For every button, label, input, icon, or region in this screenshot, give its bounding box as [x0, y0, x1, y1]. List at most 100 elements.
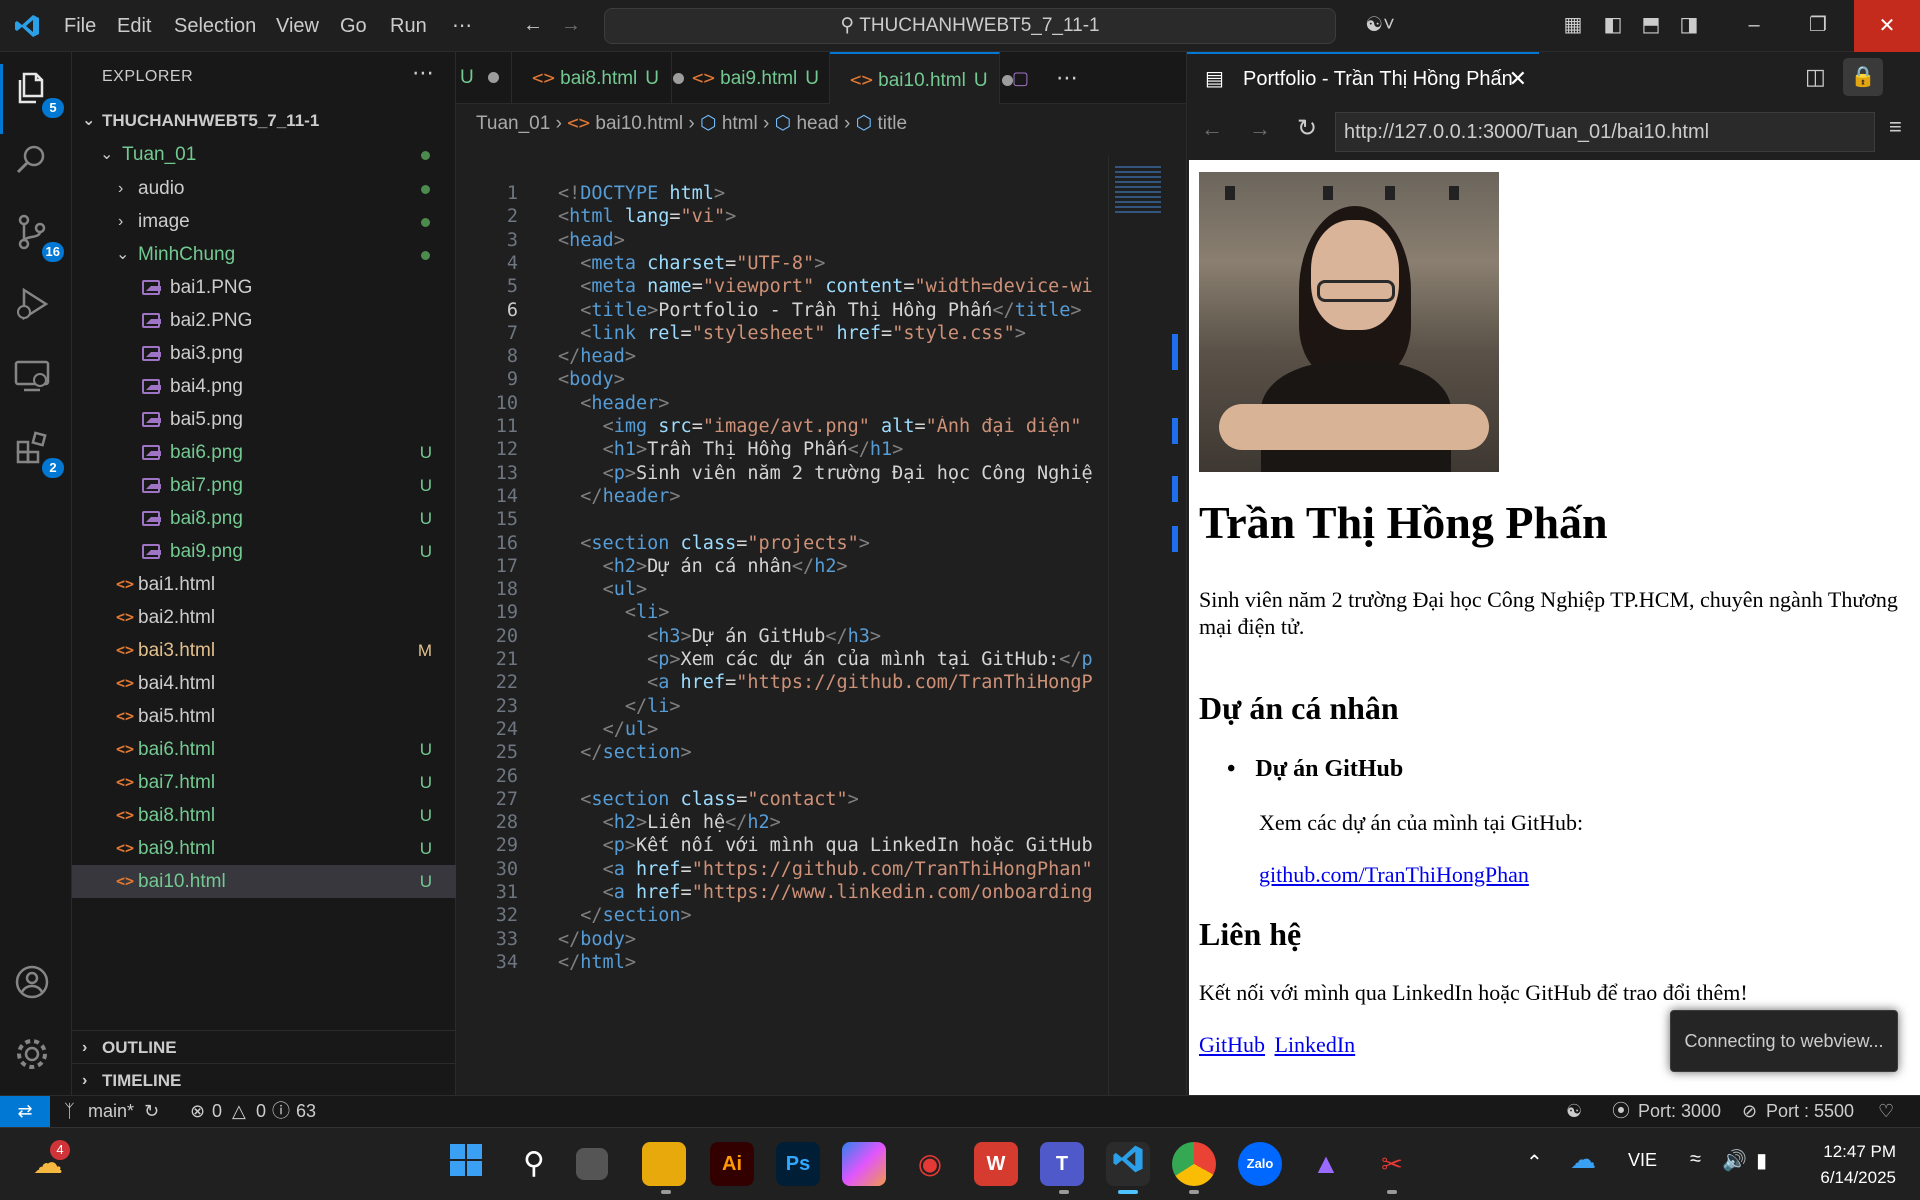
- tree-item-bai2-html[interactable]: <> bai2.html: [72, 601, 456, 634]
- chevron-up-icon[interactable]: ⌃: [1526, 1150, 1543, 1175]
- reload-icon[interactable]: ↻: [1297, 114, 1317, 143]
- tree-item-bai4-png[interactable]: bai4.png: [72, 370, 456, 403]
- battery-icon[interactable]: ▮: [1756, 1148, 1767, 1173]
- code-line[interactable]: <li>: [558, 602, 1108, 623]
- photoshop-icon[interactable]: Ps: [776, 1142, 820, 1186]
- error-count[interactable]: 0: [212, 1096, 222, 1126]
- back-arrow-icon[interactable]: ←: [520, 12, 546, 38]
- code-line[interactable]: <p>Kết nối với mình qua LinkedIn hoặc Gi…: [558, 835, 1108, 856]
- volume-icon[interactable]: 🔊: [1722, 1148, 1747, 1173]
- snipping-tool-icon[interactable]: ✂: [1370, 1142, 1414, 1186]
- menu-icon[interactable]: ≡: [1889, 114, 1902, 140]
- tab-bai10-active[interactable]: <> bai10.html U: [830, 52, 1013, 104]
- linkedin-link[interactable]: LinkedIn: [1275, 1032, 1356, 1057]
- code-line[interactable]: </head>: [558, 346, 1108, 367]
- code-line[interactable]: <a href="https://github.com/TranThiHongP…: [558, 859, 1108, 880]
- start-icon[interactable]: [444, 1142, 488, 1186]
- tree-item-minhchung[interactable]: ⌄ MinhChung: [72, 238, 456, 271]
- toggle-secondary-sidebar-icon[interactable]: ◨: [1676, 12, 1702, 38]
- code-line[interactable]: </section>: [558, 905, 1108, 926]
- code-line[interactable]: <p>Xem các dự án của mình tại GitHub:</p: [558, 649, 1108, 670]
- tree-item-bai4-html[interactable]: <> bai4.html: [72, 667, 456, 700]
- restore-button[interactable]: ❐: [1800, 12, 1836, 38]
- code-line[interactable]: </li>: [558, 696, 1108, 717]
- menu-file[interactable]: File: [64, 0, 96, 52]
- chrome-icon[interactable]: [1172, 1142, 1216, 1186]
- warning-count[interactable]: 0: [256, 1096, 266, 1126]
- account-icon[interactable]: [12, 962, 60, 1010]
- run-debug-icon[interactable]: [12, 284, 60, 332]
- minimize-button[interactable]: –: [1736, 12, 1772, 38]
- minimap[interactable]: [1108, 156, 1168, 1095]
- code-line[interactable]: <h2>Dự án cá nhân</h2>: [558, 556, 1108, 577]
- lock-icon[interactable]: 🔒: [1843, 58, 1883, 96]
- workspace-root[interactable]: ⌄ THUCHANHWEBT5_7_11-1: [72, 104, 456, 137]
- sync-icon[interactable]: ↻: [144, 1096, 159, 1126]
- code-line[interactable]: <img src="image/avt.png" alt="Ảnh đại di…: [558, 416, 1108, 437]
- tree-item-bai7-html[interactable]: <> bai7.html U: [72, 766, 456, 799]
- code-line[interactable]: <meta name="viewport" content="width=dev…: [558, 276, 1108, 297]
- menu-edit[interactable]: Edit: [117, 0, 151, 52]
- code-line[interactable]: <meta charset="UTF-8">: [558, 253, 1108, 274]
- outline-section[interactable]: › OUTLINE: [72, 1030, 456, 1063]
- vscode-taskbar-icon[interactable]: [1106, 1142, 1150, 1186]
- tree-item-bai3-html[interactable]: <> bai3.html M: [72, 634, 456, 667]
- editor-scrollbar[interactable]: [1168, 156, 1186, 1095]
- forward-arrow-icon[interactable]: →: [1249, 116, 1271, 142]
- breadcrumb-folder[interactable]: Tuan_01: [476, 113, 550, 134]
- preview-tab[interactable]: ▤ Portfolio - Trần Thị Hồng Phấn ✕: [1187, 52, 1539, 104]
- folder-tuan-01[interactable]: ⌄ Tuan_01: [72, 138, 456, 171]
- code-line[interactable]: </body>: [558, 929, 1108, 950]
- code-line[interactable]: <p>Sinh viên năm 2 trường Đại học Công N…: [558, 463, 1108, 484]
- onedrive-icon[interactable]: ☁: [1570, 1144, 1596, 1175]
- bell-icon[interactable]: ♡: [1878, 1096, 1894, 1126]
- command-center-search[interactable]: ⚲ THUCHANHWEBT5_7_11-1: [604, 8, 1336, 44]
- file-explorer-icon[interactable]: [642, 1142, 686, 1186]
- task-view-icon[interactable]: [576, 1148, 608, 1180]
- search-icon[interactable]: ⚲: [512, 1142, 556, 1186]
- menu-run[interactable]: Run: [390, 0, 427, 52]
- tree-item-audio[interactable]: › audio: [72, 172, 456, 205]
- remote-explorer-icon[interactable]: [12, 356, 60, 404]
- customize-layout-icon[interactable]: ▦: [1560, 12, 1586, 38]
- code-line[interactable]: </ul>: [558, 719, 1108, 740]
- wifi-icon[interactable]: ≈: [1690, 1148, 1701, 1171]
- breadcrumb-html[interactable]: html: [722, 113, 758, 134]
- toggle-panel-icon[interactable]: ⬒: [1638, 12, 1664, 38]
- tab-partial[interactable]: U: [456, 52, 512, 104]
- info-count[interactable]: 63: [296, 1096, 316, 1126]
- tab-bai8[interactable]: <> bai8.html U: [512, 52, 685, 104]
- tabs-more-icon[interactable]: ⋯: [1056, 52, 1096, 104]
- search-icon[interactable]: [12, 140, 60, 188]
- toggle-sidebar-icon[interactable]: ◧: [1600, 12, 1626, 38]
- forward-arrow-icon[interactable]: →: [558, 12, 584, 38]
- github-project-link[interactable]: github.com/TranThiHongPhan: [1259, 862, 1529, 888]
- code-line[interactable]: <a href="https://github.com/TranThiHongP: [558, 672, 1108, 693]
- explorer-more-icon[interactable]: ⋯: [412, 60, 434, 86]
- clock-date[interactable]: 6/14/2025: [1806, 1168, 1896, 1188]
- code-line[interactable]: <h1>Trần Thị Hồng Phấn</h1>: [558, 439, 1108, 460]
- code-line[interactable]: <ul>: [558, 579, 1108, 600]
- server-port[interactable]: Port : 5500: [1766, 1096, 1854, 1126]
- code-line[interactable]: <section class="projects">: [558, 533, 1108, 554]
- menu-view[interactable]: View: [276, 0, 319, 52]
- back-arrow-icon[interactable]: ←: [1201, 116, 1223, 142]
- code-line[interactable]: <html lang="vi">: [558, 206, 1108, 227]
- code-line[interactable]: </html>: [558, 952, 1108, 973]
- tree-item-bai1-png[interactable]: bai1.PNG: [72, 271, 456, 304]
- remote-indicator-icon[interactable]: ⇄: [0, 1096, 50, 1127]
- source-control-icon[interactable]: 16: [12, 212, 64, 262]
- antivirus-icon[interactable]: ◉: [908, 1142, 952, 1186]
- close-tab-icon[interactable]: ✕: [1509, 54, 1527, 104]
- tree-item-bai7-png[interactable]: bai7.png U: [72, 469, 456, 502]
- breadcrumb-title[interactable]: title: [878, 113, 908, 134]
- code-line[interactable]: <link rel="stylesheet" href="style.css">: [558, 323, 1108, 344]
- menu-more[interactable]: ⋯: [452, 0, 472, 52]
- extensions-icon[interactable]: 2: [12, 428, 64, 478]
- tree-item-bai8-png[interactable]: bai8.png U: [72, 502, 456, 535]
- tree-item-bai6-png[interactable]: bai6.png U: [72, 436, 456, 469]
- url-input[interactable]: http://127.0.0.1:3000/Tuan_01/bai10.html: [1335, 112, 1875, 152]
- tree-item-bai5-png[interactable]: bai5.png: [72, 403, 456, 436]
- tree-item-bai9-png[interactable]: bai9.png U: [72, 535, 456, 568]
- tree-item-image[interactable]: › image: [72, 205, 456, 238]
